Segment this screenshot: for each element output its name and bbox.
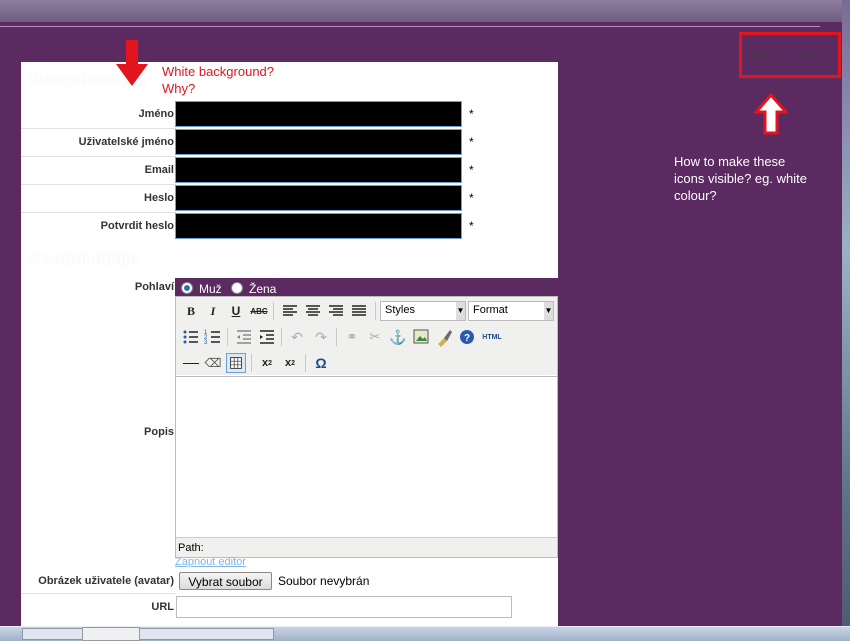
svg-text:?: ? <box>464 333 470 344</box>
annotation-why: Why? <box>162 81 196 96</box>
confirm-password-label: Potvrdit heslo <box>100 220 174 232</box>
email-label: Email <box>144 164 174 176</box>
annotation-highlight-box <box>739 32 841 78</box>
section-account-header: Podrobnosti ú <box>21 62 558 100</box>
align-right-icon[interactable] <box>326 301 346 321</box>
password-label: Heslo <box>144 192 174 204</box>
browser-top-bar <box>0 0 850 22</box>
link-icon[interactable]: ⚭ <box>342 327 362 347</box>
underline-icon[interactable]: U <box>226 301 246 321</box>
password-input[interactable] <box>175 185 462 211</box>
anchor-icon[interactable]: ⚓ <box>388 327 408 347</box>
editor-path-label: Path: <box>178 542 204 554</box>
align-justify-icon[interactable] <box>349 301 369 321</box>
editor-status-bar: Path: <box>176 537 557 557</box>
row-divider <box>21 593 176 594</box>
row-divider <box>21 184 176 185</box>
indent-icon[interactable] <box>257 327 277 347</box>
row-divider <box>21 212 176 213</box>
editor-toolbar: B I U ABC Styles ▼ Format ▼ 123 ↶ ↷ ⚭ ✂ … <box>176 297 557 375</box>
styles-select-value: Styles <box>385 304 415 316</box>
gender-male-radio[interactable] <box>181 282 193 294</box>
toolbar-separator <box>227 328 228 346</box>
desktop-background-strip <box>842 0 850 632</box>
table-icon[interactable] <box>226 353 246 373</box>
bold-icon[interactable]: B <box>181 301 201 321</box>
special-character-icon[interactable]: Ω <box>311 353 331 373</box>
file-status-text: Soubor nevybrán <box>278 574 370 588</box>
required-marker: * <box>469 163 474 177</box>
superscript-icon[interactable]: x2 <box>280 353 300 373</box>
undo-icon[interactable]: ↶ <box>287 327 307 347</box>
eraser-icon[interactable]: ⌫ <box>203 353 223 373</box>
numbered-list-icon[interactable]: 123 <box>203 327 223 347</box>
format-select[interactable]: Format ▼ <box>468 301 554 321</box>
row-divider <box>21 128 176 129</box>
chevron-down-icon: ▼ <box>456 302 465 320</box>
url-input[interactable] <box>176 596 512 618</box>
unlink-icon[interactable]: ✂ <box>365 327 385 347</box>
toggle-editor-link[interactable]: Zapnout editor <box>175 556 246 568</box>
required-marker: * <box>469 135 474 149</box>
toolbar-separator <box>251 354 252 372</box>
annotation-white-background: White background? <box>162 64 275 79</box>
image-icon[interactable] <box>411 327 431 347</box>
bullet-list-icon[interactable] <box>181 327 201 347</box>
cleanup-icon[interactable] <box>434 327 454 347</box>
html-source-icon[interactable]: HTML <box>480 327 504 347</box>
section-personal-title: Osobní údaje <box>30 249 138 268</box>
toolbar-separator <box>305 354 306 372</box>
url-label: URL <box>151 601 174 613</box>
annotation-up-arrow-icon <box>754 93 788 135</box>
outdent-icon[interactable] <box>234 327 254 347</box>
username-label: Uživatelské jméno <box>78 136 174 148</box>
gender-label: Pohlaví <box>134 281 174 293</box>
name-input[interactable] <box>175 101 462 127</box>
email-input[interactable] <box>175 157 462 183</box>
subscript-icon[interactable]: x2 <box>257 353 277 373</box>
annotation-down-arrow-icon <box>116 40 148 86</box>
gender-male-label: Muž <box>199 282 222 296</box>
username-input[interactable] <box>175 129 462 155</box>
taskbar-app-button[interactable] <box>82 627 140 641</box>
gender-female-radio[interactable] <box>231 282 243 294</box>
format-select-value: Format <box>473 304 508 316</box>
svg-text:3: 3 <box>204 340 208 346</box>
required-marker: * <box>469 107 474 121</box>
italic-icon[interactable]: I <box>203 301 223 321</box>
avatar-label: Obrázek uživatele (avatar) <box>38 575 174 587</box>
toolbar-separator <box>273 302 274 320</box>
name-label: Jméno <box>138 108 174 120</box>
horizontal-rule-icon[interactable] <box>181 353 201 373</box>
required-marker: * <box>469 219 474 233</box>
strikethrough-icon[interactable]: ABC <box>249 301 269 321</box>
align-center-icon[interactable] <box>303 301 323 321</box>
annotation-icons-question: How to make these icons visible? eg. whi… <box>674 154 807 203</box>
page-header-divider <box>0 26 820 27</box>
row-divider <box>21 156 176 157</box>
taskbar-window-button[interactable] <box>22 628 274 640</box>
description-label: Popis <box>144 426 174 438</box>
gender-female-label: Žena <box>249 282 277 296</box>
chevron-down-icon: ▼ <box>544 302 553 320</box>
confirm-password-input[interactable] <box>175 213 462 239</box>
help-icon[interactable]: ? <box>457 327 477 347</box>
toolbar-separator <box>281 328 282 346</box>
styles-select[interactable]: Styles ▼ <box>380 301 466 321</box>
redo-icon[interactable]: ↷ <box>311 327 331 347</box>
choose-file-button[interactable]: Vybrat soubor <box>179 572 272 590</box>
toolbar-separator <box>336 328 337 346</box>
editor-content-area[interactable] <box>176 376 557 538</box>
align-left-icon[interactable] <box>280 301 300 321</box>
toolbar-separator <box>375 302 376 320</box>
section-personal-header: Osobní údaje <box>21 241 558 277</box>
required-marker: * <box>469 191 474 205</box>
